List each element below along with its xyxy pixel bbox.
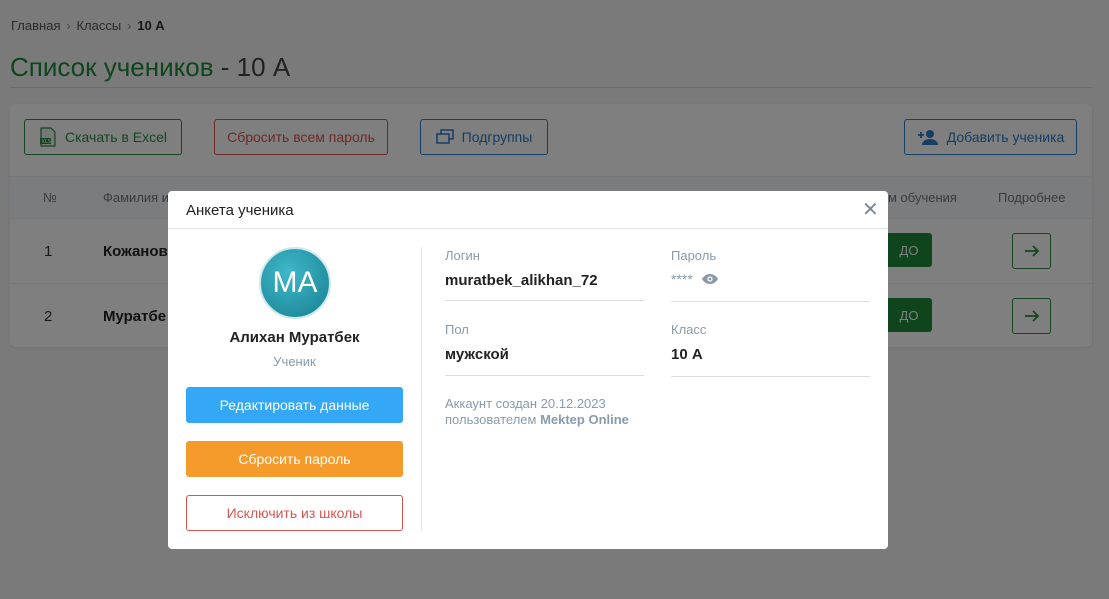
eye-icon[interactable]	[701, 273, 719, 285]
login-divider	[445, 300, 644, 301]
account-created-info: Аккаунт создан 20.12.2023 пользователем …	[445, 396, 629, 428]
account-created-date: Аккаунт создан 20.12.2023	[445, 396, 606, 411]
account-created-by-prefix: пользователем	[445, 412, 541, 427]
student-profile-modal: Анкета ученика ✕ MA Алихан Муратбек Учен…	[168, 191, 888, 549]
avatar-initials: MA	[272, 266, 318, 299]
gender-divider	[445, 375, 644, 376]
modal-header: Анкета ученика ✕	[168, 191, 888, 229]
reset-password-label: Сбросить пароль	[238, 451, 351, 467]
password-value: ****	[671, 271, 693, 287]
class-divider	[671, 376, 870, 377]
password-field: ****	[671, 271, 719, 287]
class-label: Класс	[671, 322, 707, 337]
reset-password-button[interactable]: Сбросить пароль	[186, 441, 403, 477]
edit-data-label: Редактировать данные	[219, 397, 370, 413]
expel-from-school-label: Исключить из школы	[226, 505, 363, 521]
login-value: muratbek_alikhan_72	[445, 272, 598, 289]
account-created-by: Mektep Online	[540, 412, 629, 427]
modal-title: Анкета ученика	[186, 202, 294, 219]
student-role: Ученик	[273, 354, 316, 369]
expel-from-school-button[interactable]: Исключить из школы	[186, 495, 403, 531]
avatar: MA	[259, 247, 331, 319]
gender-label: Пол	[445, 322, 469, 337]
login-label: Логин	[445, 248, 480, 263]
account-created-by-line: пользователем Mektep Online	[445, 412, 629, 428]
student-name: Алихан Муратбек	[229, 329, 360, 346]
password-label: Пароль	[671, 248, 717, 263]
class-value: 10 А	[671, 346, 703, 363]
close-icon[interactable]: ✕	[862, 200, 879, 220]
edit-data-button[interactable]: Редактировать данные	[186, 387, 403, 423]
gender-value: мужской	[445, 346, 509, 363]
password-divider	[671, 301, 870, 302]
modal-column-divider	[421, 247, 422, 531]
